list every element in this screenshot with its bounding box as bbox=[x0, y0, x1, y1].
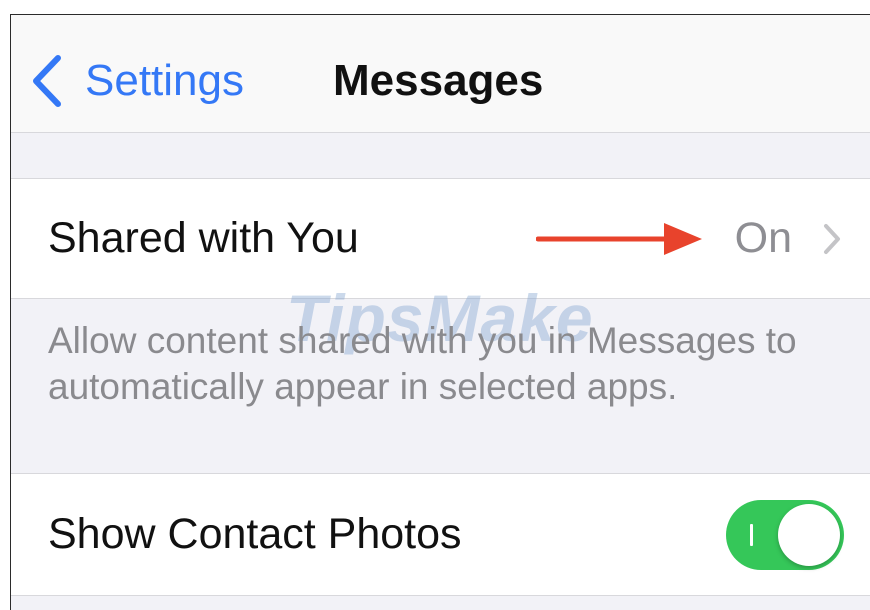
red-arrow-icon bbox=[536, 179, 704, 298]
toggle-on-indicator bbox=[750, 524, 753, 546]
navigation-bar: Settings Messages bbox=[11, 15, 870, 133]
show-contact-photos-row: Show Contact Photos bbox=[11, 473, 870, 596]
shared-with-you-value: On bbox=[734, 214, 792, 262]
shared-with-you-row[interactable]: Shared with You On bbox=[11, 178, 870, 299]
contact-photos-toggle[interactable] bbox=[726, 500, 844, 570]
shared-with-you-label: Shared with You bbox=[48, 214, 359, 262]
section-footer-text: Allow content shared with you in Message… bbox=[48, 320, 797, 407]
settings-screen: Settings Messages Shared with You On Tip… bbox=[10, 14, 870, 610]
chevron-right-icon bbox=[822, 179, 842, 298]
back-label: Settings bbox=[85, 56, 244, 105]
toggle-knob bbox=[778, 504, 840, 566]
show-contact-photos-label: Show Contact Photos bbox=[48, 510, 462, 558]
chevron-left-icon bbox=[31, 54, 63, 108]
back-button[interactable]: Settings bbox=[31, 51, 244, 111]
page-title: Messages bbox=[333, 56, 544, 105]
